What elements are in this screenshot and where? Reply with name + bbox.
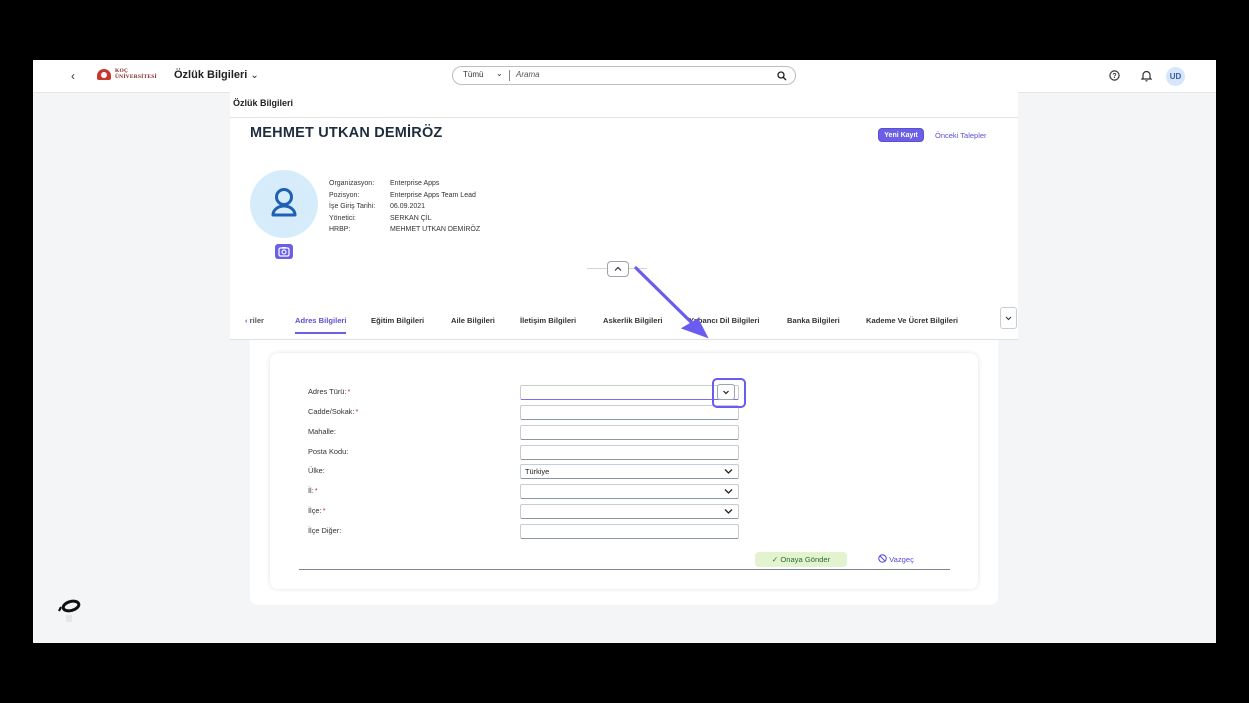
- tab-aile-bilgileri[interactable]: Aile Bilgileri: [451, 313, 495, 338]
- form-label: İl:*: [308, 486, 318, 495]
- form-footer-divider: [299, 569, 950, 570]
- required-indicator: *: [322, 506, 326, 515]
- help-icon[interactable]: ?: [1109, 70, 1120, 81]
- search-bar[interactable]: Tümü ⌄ Arama: [452, 66, 796, 85]
- tab-scroll-left[interactable]: ‹ riler: [245, 313, 264, 338]
- tab-adres-bilgileri[interactable]: Adres Bilgileri: [295, 313, 347, 334]
- bell-icon[interactable]: [1141, 70, 1152, 82]
- svg-text:?: ?: [1112, 73, 1116, 80]
- tab-yabanci-dil-bilgileri[interactable]: Yabancı Dil Bilgileri: [689, 313, 759, 338]
- chevron-down-icon: [724, 489, 733, 494]
- required-indicator: *: [314, 486, 318, 495]
- tab-egitim-bilgileri[interactable]: Eğitim Bilgileri: [371, 313, 424, 338]
- highlight-box: [712, 378, 746, 408]
- form-label: Posta Kodu:: [308, 447, 349, 456]
- search-scope-select[interactable]: Tümü: [463, 70, 483, 79]
- employee-info-labels: Organizasyon: Pozisyon: İşe Giriş Tarihi…: [329, 178, 375, 236]
- tab-kademe-ucret-bilgileri[interactable]: Kademe Ve Ücret Bilgileri: [866, 313, 958, 338]
- form-label: Cadde/Sokak:*: [308, 407, 359, 416]
- district-other-input[interactable]: [520, 524, 739, 539]
- shell-bar: ‹ KOÇ ÜNİVERSİTESİ Özlük Bilgileri ⌄ Tümü…: [33, 60, 1216, 93]
- neighborhood-input[interactable]: [520, 425, 739, 440]
- page-title: Özlük Bilgileri: [233, 98, 294, 108]
- previous-requests-link[interactable]: Önceki Talepler: [935, 131, 987, 140]
- app-title-menu[interactable]: Özlük Bilgileri ⌄: [174, 69, 259, 81]
- app-title: Özlük Bilgileri: [174, 69, 248, 81]
- country-select[interactable]: Türkiye: [520, 464, 739, 479]
- object-header: MEHMET UTKAN DEMİRÖZ Yeni Kayıt Önceki T…: [230, 118, 1018, 313]
- cancel-button[interactable]: Vazgeç: [878, 552, 914, 567]
- search-input[interactable]: Arama: [516, 70, 540, 79]
- logo-mark: [97, 69, 111, 80]
- info-label: HRBP:: [329, 226, 351, 234]
- chevron-up-icon: [614, 266, 622, 271]
- info-label: İşe Giriş Tarihi:: [329, 203, 376, 211]
- required-indicator: *: [355, 407, 359, 416]
- postal-code-input[interactable]: [520, 445, 739, 460]
- employee-avatar: [250, 170, 318, 238]
- chevron-down-icon: [724, 509, 733, 514]
- new-record-button[interactable]: Yeni Kayıt: [878, 128, 924, 142]
- chevron-down-icon: [724, 469, 733, 474]
- chevron-down-icon: [1005, 316, 1012, 321]
- tab-askerlik-bilgileri[interactable]: Askerlik Bilgileri: [603, 313, 663, 338]
- form-label: İlçe Diğer:: [308, 526, 342, 535]
- info-label: Yönetici:: [329, 214, 356, 222]
- search-icon[interactable]: [777, 71, 787, 81]
- street-input[interactable]: [520, 405, 739, 420]
- info-value: Enterprise Apps: [390, 180, 440, 187]
- submit-label: Onaya Gönder: [780, 555, 831, 564]
- form-label: Adres Türü:*: [308, 387, 351, 396]
- employee-name: MEHMET UTKAN DEMİRÖZ: [250, 125, 443, 141]
- info-value: 06.09.2021: [390, 203, 426, 211]
- back-icon[interactable]: ‹: [71, 69, 75, 83]
- submit-for-approval-button[interactable]: ✓ Onaya Gönder: [755, 552, 847, 567]
- address-form-card: Adres Türü:* Cadde/Sokak:* Mahalle: Post…: [270, 353, 978, 589]
- info-value: Enterprise Apps Team Lead: [390, 191, 476, 199]
- chevron-down-icon: ⌄: [496, 69, 503, 78]
- assistant-logo-icon[interactable]: [56, 598, 82, 624]
- university-logo[interactable]: KOÇ ÜNİVERSİTESİ: [97, 68, 157, 80]
- employee-info-values: Enterprise Apps Enterprise Apps Team Lea…: [390, 178, 480, 236]
- user-avatar[interactable]: UD: [1166, 67, 1185, 86]
- tab-content: Adres Türü:* Cadde/Sokak:* Mahalle: Post…: [250, 340, 998, 605]
- check-icon: ✓: [771, 555, 779, 564]
- form-label: Ülke:: [308, 466, 325, 475]
- tab-bar: ‹ riler Adres Bilgileri Eğitim Bilgileri…: [230, 307, 1018, 340]
- address-type-select[interactable]: [520, 385, 739, 400]
- app-window: ‹ KOÇ ÜNİVERSİTESİ Özlük Bilgileri ⌄ Tümü…: [33, 60, 1216, 643]
- person-icon: [271, 188, 297, 217]
- tab-iletisim-bilgileri[interactable]: İletişim Bilgileri: [520, 313, 576, 338]
- camera-icon: [278, 247, 290, 257]
- info-value: MEHMET UTKAN DEMİRÖZ: [390, 226, 481, 234]
- chevron-down-icon: ⌄: [250, 70, 259, 81]
- form-label: Mahalle:: [308, 427, 336, 436]
- tab-overflow-button[interactable]: [1000, 307, 1017, 329]
- page-header: Özlük Bilgileri: [230, 92, 1018, 118]
- tab-label: riler: [249, 316, 264, 325]
- collapse-header-button[interactable]: [607, 261, 629, 277]
- required-indicator: *: [347, 387, 351, 396]
- info-value: SERKAN ÇİL: [390, 214, 432, 222]
- info-label: Organizasyon:: [329, 180, 375, 187]
- change-photo-button[interactable]: [275, 244, 293, 259]
- info-label: Pozisyon:: [329, 191, 360, 199]
- district-select[interactable]: [520, 504, 739, 519]
- search-divider: [509, 70, 510, 81]
- page: Özlük Bilgileri MEHMET UTKAN DEMİRÖZ Yen…: [230, 92, 1018, 643]
- logo-text-bottom: ÜNİVERSİTESİ: [115, 73, 157, 80]
- tab-banka-bilgileri[interactable]: Banka Bilgileri: [787, 313, 840, 338]
- cancel-icon: [878, 554, 887, 563]
- cancel-label: Vazgeç: [889, 555, 914, 564]
- form-label: İlçe:*: [308, 506, 326, 515]
- province-select[interactable]: [520, 484, 739, 499]
